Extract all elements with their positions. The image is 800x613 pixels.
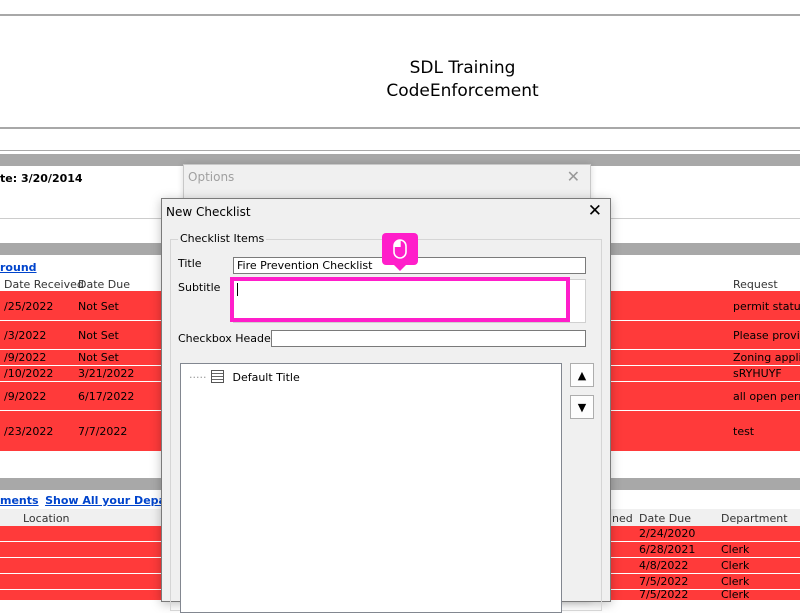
- tree-item[interactable]: ····· Default Title: [189, 370, 300, 384]
- cell-request: test: [733, 425, 755, 438]
- cell-due: 3/21/2022: [78, 367, 135, 380]
- checkbox-header-label: Checkbox Header: [178, 332, 276, 345]
- cell-request: all open perm: [733, 390, 800, 403]
- move-down-button[interactable]: ▼: [570, 395, 594, 419]
- section-divider: [0, 150, 800, 151]
- cell-due: 7/7/2022: [78, 425, 128, 438]
- col-header-assigned[interactable]: ned: [612, 512, 633, 525]
- cell-received: /23/2022: [4, 425, 54, 438]
- cell-request: permit status: [733, 300, 800, 313]
- cell-date-due: 7/5/2022: [639, 575, 689, 588]
- tree-item-label: Default Title: [232, 371, 300, 384]
- col-header-date-due[interactable]: Date Due: [78, 278, 130, 291]
- up-arrow-icon: ▲: [577, 368, 587, 382]
- close-icon[interactable]: ✕: [588, 201, 602, 221]
- mouse-badge-pointer: [393, 264, 407, 271]
- col-header-request[interactable]: Request: [733, 278, 778, 291]
- cell-department: Clerk: [721, 588, 750, 601]
- cell-request: Zoning applica: [733, 351, 800, 364]
- cell-date-due: 7/5/2022: [639, 588, 689, 601]
- options-window-title: Options: [188, 170, 235, 184]
- cell-received: /3/2022: [4, 329, 47, 342]
- bottom-links: ments Show All your Departm: [0, 494, 188, 507]
- date-label: te: 3/20/2014: [0, 172, 83, 185]
- subtitle-label: Subtitle: [178, 281, 221, 294]
- mouse-icon: [393, 239, 407, 259]
- checklist-items-label: Checklist Items: [178, 232, 267, 245]
- cell-due: Not Set: [78, 351, 119, 364]
- header-divider: [0, 127, 800, 129]
- cell-date-due: 6/28/2021: [639, 543, 696, 556]
- cell-department: Clerk: [721, 575, 750, 588]
- cell-department: Clerk: [721, 543, 750, 556]
- mouse-badge: [382, 233, 418, 265]
- round-link[interactable]: round: [0, 261, 37, 274]
- move-up-button[interactable]: ▲: [570, 363, 594, 387]
- cell-date-due: 4/8/2022: [639, 559, 689, 572]
- cell-received: /25/2022: [4, 300, 54, 313]
- app-title-line2: CodeEnforcement: [386, 81, 539, 101]
- dialog-title: New Checklist: [166, 205, 251, 219]
- cell-received: /9/2022: [4, 351, 47, 364]
- cell-due: 6/17/2022: [78, 390, 135, 403]
- click-highlight: [230, 277, 570, 322]
- col-header-location[interactable]: Location: [23, 512, 70, 525]
- checkbox-header-input[interactable]: [271, 330, 586, 347]
- table-icon: [210, 370, 224, 383]
- checklist-tree[interactable]: ····· Default Title: [180, 363, 562, 613]
- options-close-icon[interactable]: ✕: [567, 167, 580, 186]
- cell-received: /9/2022: [4, 390, 47, 403]
- top-divider: [0, 14, 800, 16]
- app-title-line1: SDL Training: [409, 58, 516, 78]
- cell-department: Clerk: [721, 559, 750, 572]
- cell-request: Please provid: [733, 329, 800, 342]
- cell-received: /10/2022: [4, 367, 54, 380]
- cell-date-due: 2/24/2020: [639, 527, 696, 540]
- tree-dotted-connector: ·····: [189, 371, 207, 384]
- departments-link[interactable]: ments: [0, 494, 39, 507]
- cell-due: Not Set: [78, 329, 119, 342]
- cell-due: Not Set: [78, 300, 119, 313]
- col-header-date-received[interactable]: Date Received: [4, 278, 84, 291]
- col-header-date-due-2[interactable]: Date Due: [639, 512, 691, 525]
- title-label: Title: [178, 257, 202, 270]
- col-header-department[interactable]: Department: [721, 512, 788, 525]
- down-arrow-icon: ▼: [577, 400, 587, 414]
- cell-request: sRYHUYF: [733, 367, 782, 380]
